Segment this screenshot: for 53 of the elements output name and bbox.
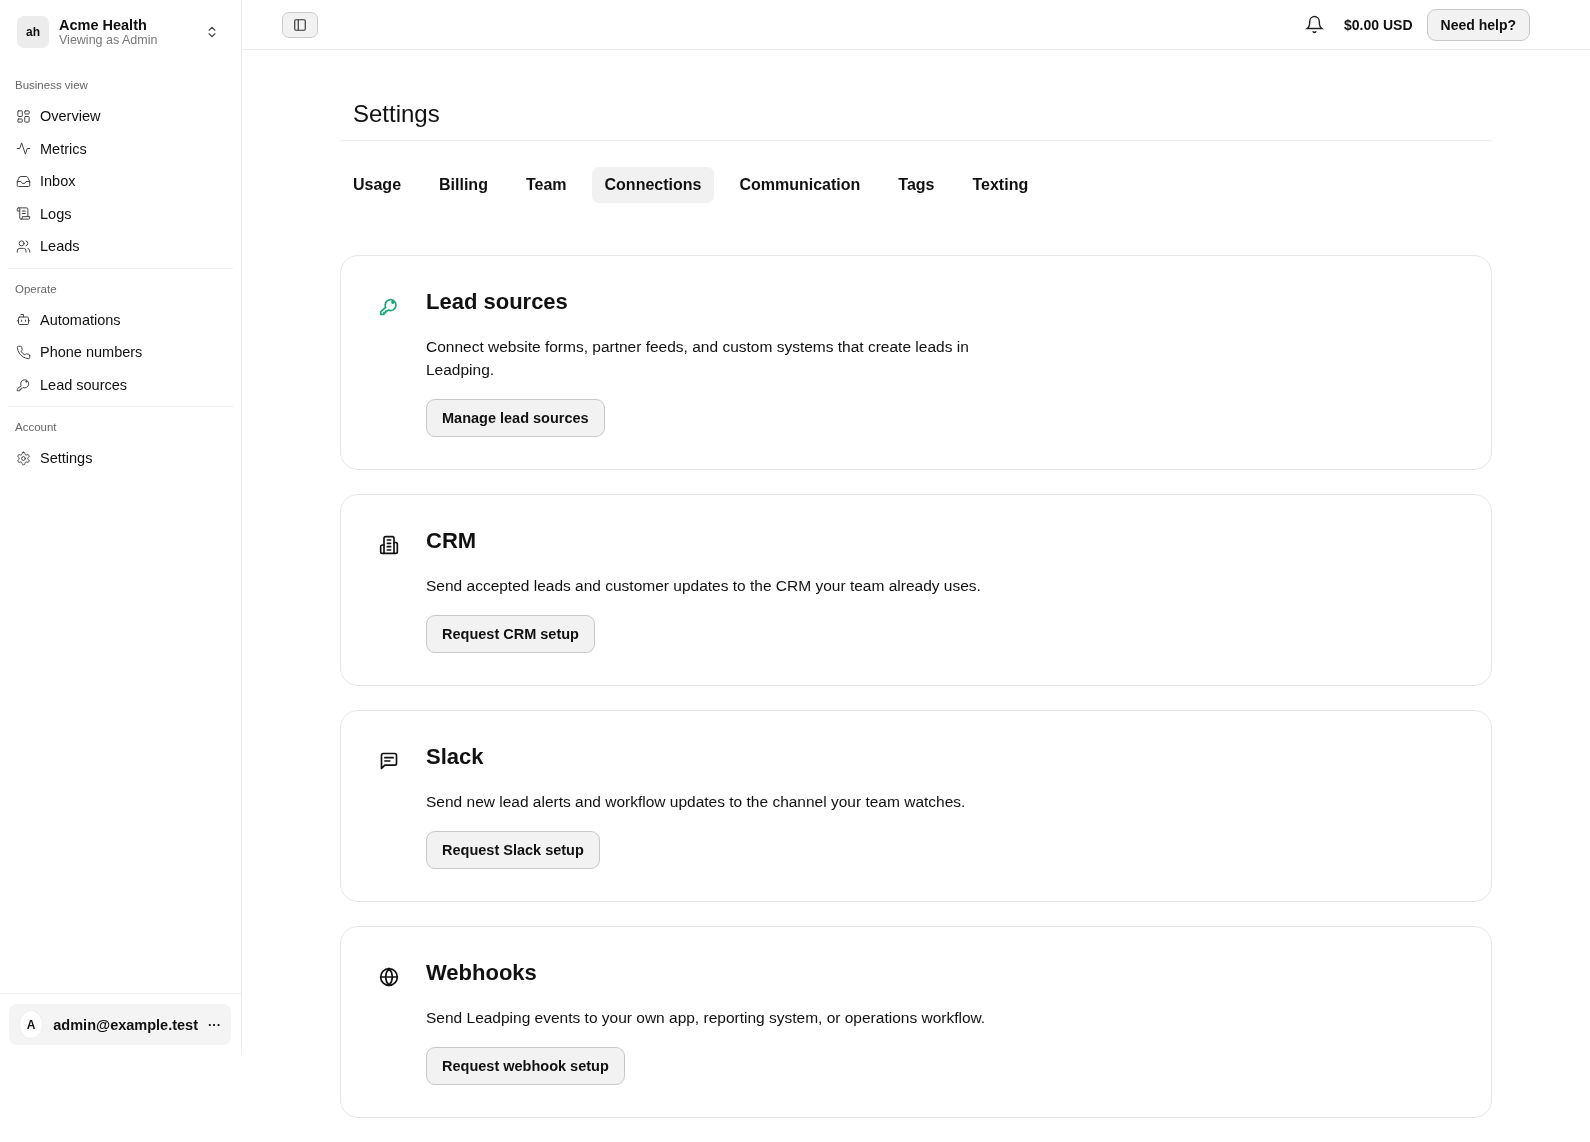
setup-button[interactable]: Manage lead sources bbox=[426, 399, 605, 437]
setup-button[interactable]: Request Slack setup bbox=[426, 831, 600, 869]
pulse-icon bbox=[16, 141, 31, 157]
tab[interactable]: Billing bbox=[426, 167, 501, 203]
nav-item[interactable]: Logs bbox=[8, 197, 233, 230]
section-label: Operate bbox=[14, 281, 58, 297]
tab[interactable]: Connections bbox=[591, 167, 715, 203]
nav-item[interactable]: Phone numbers bbox=[8, 336, 233, 369]
nav-item[interactable]: Automations bbox=[8, 303, 233, 336]
card-title: Lead sources bbox=[426, 289, 569, 315]
nav-item[interactable]: Inbox bbox=[8, 165, 233, 198]
workspace-name: Acme Health bbox=[59, 17, 148, 33]
inbox-icon bbox=[16, 173, 31, 189]
card-description: Connect website forms, partner feeds, and custom systems that create leads in Leadping. bbox=[426, 337, 970, 380]
help-button[interactable]: Need help? bbox=[1426, 8, 1530, 41]
card-description: Send new lead alerts and workflow updates to the channel your team watches. bbox=[426, 792, 966, 812]
nav-item[interactable]: Metrics bbox=[8, 132, 233, 165]
tab[interactable]: Tags bbox=[885, 167, 948, 203]
users-icon bbox=[16, 238, 31, 254]
grid-icon bbox=[16, 108, 31, 124]
section-label: Account bbox=[14, 420, 58, 435]
tab[interactable]: Usage bbox=[340, 167, 415, 203]
balance-text: $0.00 USD bbox=[1344, 16, 1413, 33]
user-avatar: A bbox=[19, 1010, 44, 1039]
nav-item[interactable]: Leads bbox=[8, 230, 233, 263]
phone-icon bbox=[16, 344, 31, 360]
card-title: Slack bbox=[426, 744, 485, 770]
user-menu[interactable]: A admin@example.test ··· bbox=[9, 1004, 231, 1045]
nav-item[interactable]: Overview bbox=[8, 100, 233, 133]
section-label: Business view bbox=[14, 78, 89, 93]
setup-button[interactable]: Request CRM setup bbox=[426, 615, 595, 653]
tab[interactable]: Texting bbox=[959, 167, 1042, 203]
tab[interactable]: Team bbox=[512, 167, 580, 203]
bell-icon[interactable] bbox=[1305, 15, 1325, 34]
card-title: CRM bbox=[426, 528, 478, 554]
card-description: Send accepted leads and customer updates to the CRM your team already uses. bbox=[426, 576, 981, 596]
nav-item[interactable]: Lead sources bbox=[8, 368, 233, 401]
scroll-icon bbox=[16, 206, 31, 222]
card-title: Webhooks bbox=[426, 960, 538, 986]
page-title: Settings bbox=[340, 92, 1492, 141]
user-email: admin@example.test bbox=[53, 1016, 198, 1033]
tab[interactable]: Communication bbox=[726, 167, 874, 203]
card-description: Send Leadping events to your own app, reporting system, or operations workflow. bbox=[426, 1008, 986, 1028]
key-icon bbox=[16, 377, 31, 393]
sidebar-toggle-button[interactable] bbox=[282, 11, 318, 38]
setup-button[interactable]: Request webhook setup bbox=[426, 1047, 625, 1085]
sidebar-panel-icon bbox=[293, 17, 307, 32]
workspace-subtitle: Viewing as Admin bbox=[59, 33, 159, 47]
workspace-avatar: ah bbox=[17, 16, 49, 48]
robot-icon bbox=[16, 312, 31, 328]
nav-item[interactable]: Settings bbox=[8, 442, 233, 475]
more-button[interactable]: ··· bbox=[208, 1017, 221, 1032]
settings-icon bbox=[16, 450, 31, 466]
